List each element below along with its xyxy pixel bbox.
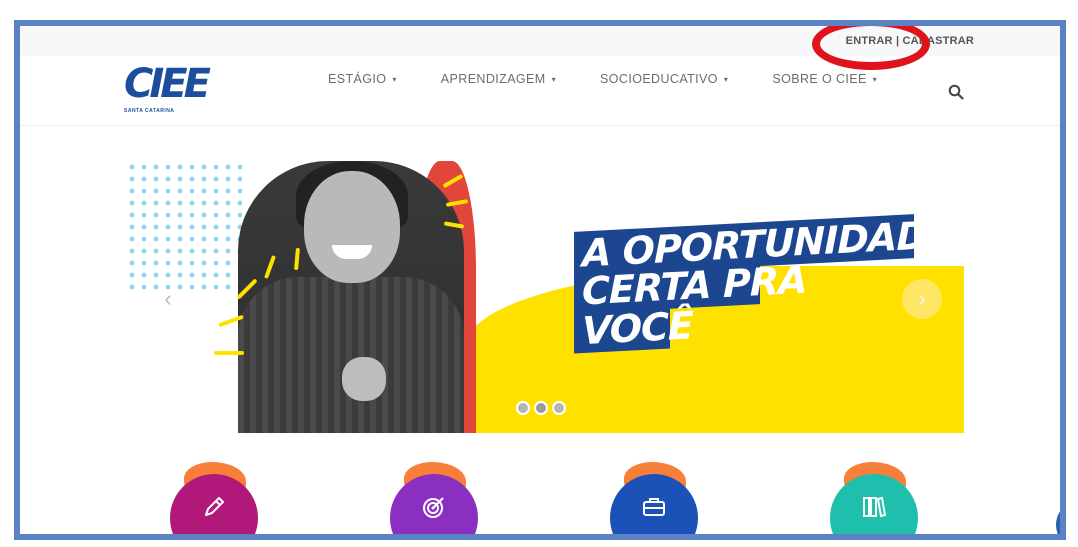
carousel-indicators (516, 401, 566, 415)
carousel-next-button[interactable]: › (902, 279, 942, 319)
target-icon (423, 497, 444, 518)
chevron-down-icon: ▾ (392, 75, 397, 85)
pencil-icon (205, 497, 224, 516)
chat-button[interactable] (1056, 500, 1060, 534)
nav-item-estagio[interactable]: ESTÁGIO ▾ (328, 72, 397, 86)
nav-item-sobre-o-ciee[interactable]: SOBRE O CIEE ▾ (772, 72, 877, 86)
hero-photo-hand (342, 357, 386, 401)
carousel-dot[interactable] (534, 401, 548, 415)
search-icon[interactable] (948, 84, 964, 100)
carousel-prev-button[interactable]: ‹ (148, 279, 188, 319)
hero-photo-face (304, 171, 400, 283)
chevron-down-icon: ▾ (723, 75, 729, 85)
carousel-dot[interactable] (552, 401, 566, 415)
carousel-dot[interactable] (516, 401, 530, 415)
category-books[interactable] (830, 462, 918, 534)
dot-pattern-decoration (126, 161, 242, 291)
category-briefcase[interactable] (610, 462, 698, 534)
logo-subtitle: SANTA CATARINA (124, 108, 175, 114)
books-icon (863, 496, 887, 518)
nav-item-label: APRENDIZAGEM (440, 72, 546, 86)
category-pencil[interactable] (170, 462, 258, 534)
chevron-down-icon: ▾ (872, 75, 878, 85)
annotation-circle (812, 26, 930, 70)
category-target[interactable] (390, 462, 478, 534)
nav-menu: ESTÁGIO ▾ APRENDIZAGEM ▾ SOCIOEDUCATIVO ▾ S… (328, 72, 877, 86)
ciee-logo[interactable]: CIEE SANTA CATARINA (124, 61, 211, 120)
headline-line-3: VOCÊ (574, 303, 693, 354)
nav-item-label: ESTÁGIO (328, 72, 387, 86)
nav-item-label: SOBRE O CIEE (772, 72, 867, 86)
hero-photo (238, 161, 464, 433)
browser-viewport: ENTRAR | CADASTRAR CIEE SANTA CATARINA E… (14, 20, 1066, 540)
logo-mark: CIEE (124, 61, 211, 107)
hero-headline: A OPORTUNIDADE CERTA PRA VOCÊ (574, 212, 952, 354)
briefcase-icon (643, 498, 665, 516)
nav-item-aprendizagem[interactable]: APRENDIZAGEM ▾ (441, 72, 556, 86)
main-navbar: CIEE SANTA CATARINA ESTÁGIO ▾ APRENDIZAGE… (20, 56, 1060, 126)
nav-item-label: SOCIOEDUCATIVO (600, 72, 718, 86)
hero-photo-shirt (238, 277, 464, 433)
nav-item-socioeducativo[interactable]: SOCIOEDUCATIVO ▾ (600, 72, 728, 86)
chevron-down-icon: ▾ (551, 75, 557, 85)
hero-carousel: A OPORTUNIDADE CERTA PRA VOCÊ ‹ › (126, 161, 964, 433)
